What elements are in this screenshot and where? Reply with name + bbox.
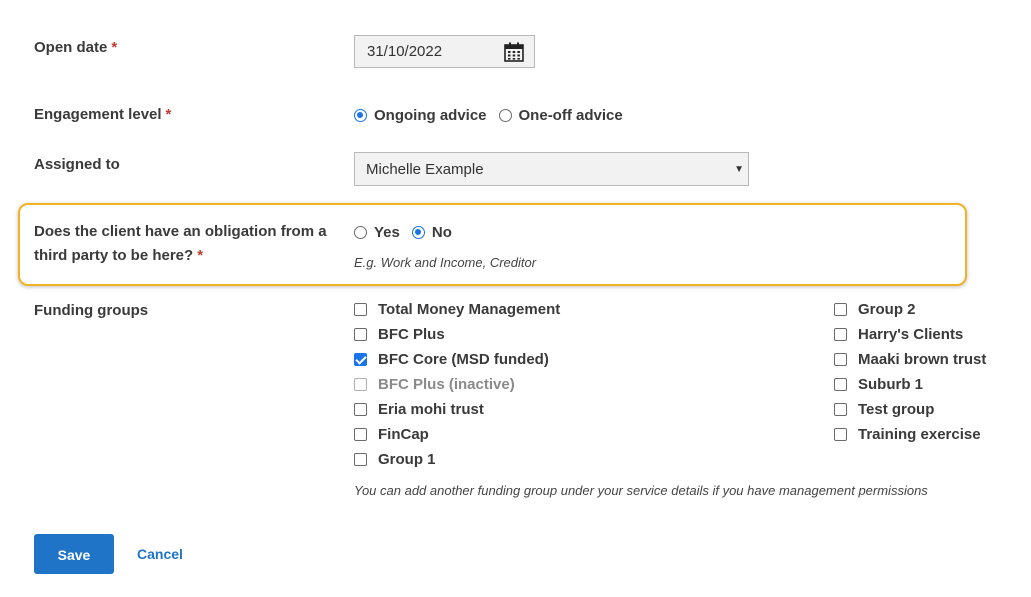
checkbox[interactable] (354, 452, 367, 466)
assigned-to-select[interactable]: Michelle Example ▼ (354, 152, 749, 186)
open-date-input[interactable]: 31/10/2022 (354, 35, 535, 68)
obligation-label-line1: Does the client have an obligation from … (34, 223, 327, 240)
checkbox-item[interactable]: Total Money Management (354, 299, 560, 319)
open-date-label-text: Open date (34, 39, 108, 56)
checkbox-label[interactable]: BFC Plus (378, 326, 445, 343)
checkbox-label[interactable]: Training exercise (858, 426, 981, 443)
checkbox-label[interactable]: BFC Plus (inactive) (378, 376, 515, 393)
save-button[interactable]: Save (34, 534, 114, 574)
funding-groups-label: Funding groups (34, 302, 149, 319)
open-date-value: 31/10/2022 (367, 43, 443, 60)
checkbox-label[interactable]: Total Money Management (378, 301, 560, 318)
obligation-label-line2: third party to be here? * (34, 244, 327, 268)
radio-no-label[interactable]: No (432, 224, 452, 241)
checkbox-label[interactable]: Eria mohi trust (378, 401, 484, 418)
obligation-radio-group: Yes No (354, 220, 464, 244)
checkbox[interactable] (834, 427, 847, 441)
checkbox[interactable] (834, 377, 847, 391)
funding-groups-hint: You can add another funding group under … (354, 483, 928, 498)
open-date-label: Open date * (34, 36, 117, 60)
checkbox-label[interactable]: Test group (858, 401, 934, 418)
checkbox-label[interactable]: Group 2 (858, 301, 916, 318)
radio-one-off-advice[interactable] (498, 108, 512, 122)
checkbox-label[interactable]: Group 1 (378, 451, 436, 468)
checkbox[interactable] (354, 377, 367, 391)
assigned-to-value: Michelle Example (366, 161, 484, 178)
engagement-level-label-text: Engagement level (34, 106, 162, 123)
checkbox-label[interactable]: Suburb 1 (858, 376, 923, 393)
radio-ongoing-advice-label[interactable]: Ongoing advice (374, 107, 487, 124)
checkbox-item[interactable]: Group 1 (354, 449, 436, 469)
checkbox-label[interactable]: Maaki brown trust (858, 351, 986, 368)
obligation-hint: E.g. Work and Income, Creditor (354, 255, 537, 270)
assigned-to-label: Assigned to (34, 156, 120, 173)
checkbox-item[interactable]: Harry's Clients (834, 324, 963, 344)
checkbox-label[interactable]: BFC Core (MSD funded) (378, 351, 549, 368)
engagement-level-label: Engagement level * (34, 103, 171, 127)
checkbox-item[interactable]: BFC Plus (354, 324, 445, 344)
obligation-label-line2-text: third party to be here? (34, 247, 194, 264)
checkbox[interactable] (354, 402, 367, 416)
required-marker: * (111, 39, 118, 56)
checkbox[interactable] (354, 427, 367, 441)
calendar-icon[interactable] (504, 42, 524, 62)
radio-one-off-advice-label[interactable]: One-off advice (519, 107, 623, 124)
checkbox-item[interactable]: Maaki brown trust (834, 349, 986, 369)
checkbox-item[interactable]: Test group (834, 399, 934, 419)
checkbox[interactable] (834, 302, 847, 316)
required-marker: * (197, 247, 204, 264)
cancel-link[interactable]: Cancel (137, 546, 183, 562)
engagement-level-radio-group: Ongoing advice One-off advice (354, 103, 635, 127)
checkbox-item[interactable]: FinCap (354, 424, 429, 444)
checkbox-label[interactable]: Harry's Clients (858, 326, 963, 343)
checkbox[interactable] (834, 327, 847, 341)
checkbox-item[interactable]: Training exercise (834, 424, 981, 444)
checkbox-item[interactable]: Group 2 (834, 299, 916, 319)
radio-yes[interactable] (354, 225, 367, 239)
radio-ongoing-advice[interactable] (354, 108, 367, 122)
checkbox-item[interactable]: Suburb 1 (834, 374, 923, 394)
obligation-label: Does the client have an obligation from … (34, 220, 327, 268)
checkbox[interactable] (354, 302, 367, 316)
checkbox-item[interactable]: BFC Core (MSD funded) (354, 349, 549, 369)
required-marker: * (165, 106, 172, 123)
checkbox[interactable] (354, 327, 367, 341)
checkbox-item[interactable]: Eria mohi trust (354, 399, 484, 419)
checkbox-item-inactive[interactable]: BFC Plus (inactive) (354, 374, 515, 394)
checkbox-label[interactable]: FinCap (378, 426, 429, 443)
chevron-down-icon: ▼ (734, 164, 744, 175)
checkbox[interactable] (834, 352, 847, 366)
radio-yes-label[interactable]: Yes (374, 224, 400, 241)
radio-no[interactable] (411, 225, 425, 239)
checkbox[interactable] (834, 402, 847, 416)
checkbox-checked[interactable] (354, 352, 367, 366)
